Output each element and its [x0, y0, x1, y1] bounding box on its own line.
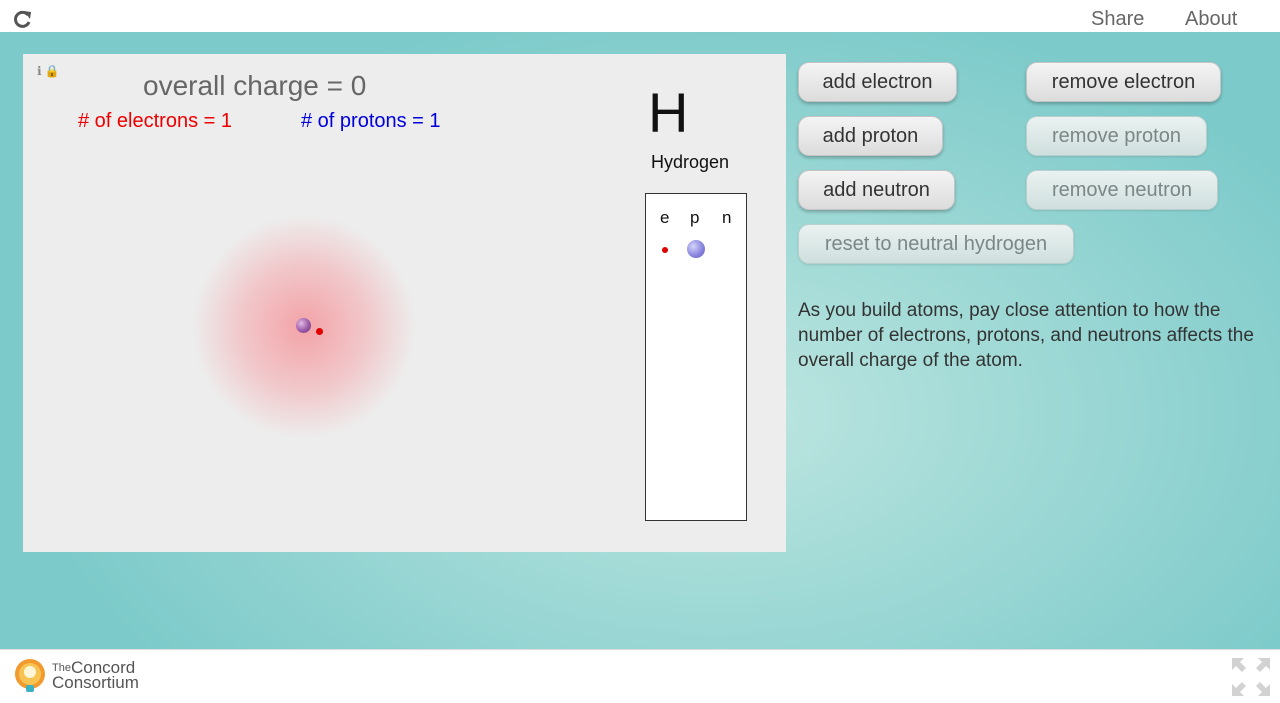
- fullscreen-icon[interactable]: [1230, 656, 1272, 698]
- about-link[interactable]: About: [1185, 8, 1237, 31]
- remove-electron-button[interactable]: remove electron: [1026, 62, 1221, 102]
- reset-button[interactable]: reset to neutral hydrogen: [798, 224, 1074, 264]
- atom-model-panel: ℹ 🔒 overall charge = 0 # of electrons = …: [23, 54, 786, 552]
- remove-neutron-button[interactable]: remove neutron: [1026, 170, 1218, 210]
- orbiting-electron: [316, 328, 323, 335]
- add-electron-button[interactable]: add electron: [798, 62, 957, 102]
- element-symbol: H: [648, 81, 689, 144]
- instructions-text: As you build atoms, pay close attention …: [798, 300, 1254, 371]
- electron-column-header: e: [660, 208, 670, 227]
- concord-logo-icon[interactable]: [10, 656, 50, 696]
- element-name: Hydrogen: [651, 152, 730, 172]
- model-toolbar: ℹ 🔒: [37, 64, 60, 78]
- electron-count-marker: [662, 247, 668, 253]
- proton-column-header: p: [690, 208, 700, 227]
- remove-proton-button[interactable]: remove proton: [1026, 116, 1207, 156]
- info-icon[interactable]: ℹ: [37, 64, 42, 78]
- reload-icon[interactable]: [11, 8, 33, 30]
- add-proton-button[interactable]: add proton: [798, 116, 943, 156]
- top-bar: Share About: [0, 0, 1280, 33]
- proton-count-label: # of protons = 1: [301, 110, 441, 132]
- lock-icon[interactable]: 🔒: [45, 64, 60, 78]
- footer: The Concord Consortium: [0, 649, 1280, 703]
- share-link[interactable]: Share: [1091, 8, 1144, 31]
- electron-count-label: # of electrons = 1: [78, 110, 232, 132]
- logo-text-consortium: Consortium: [52, 673, 139, 692]
- proton-count-marker: [687, 240, 705, 258]
- add-neutron-button[interactable]: add neutron: [798, 170, 955, 210]
- neutron-column-header: n: [722, 208, 732, 227]
- overall-charge-label: overall charge = 0: [143, 70, 367, 101]
- nucleus-proton: [296, 318, 311, 333]
- particle-count-box: e p n: [645, 193, 747, 521]
